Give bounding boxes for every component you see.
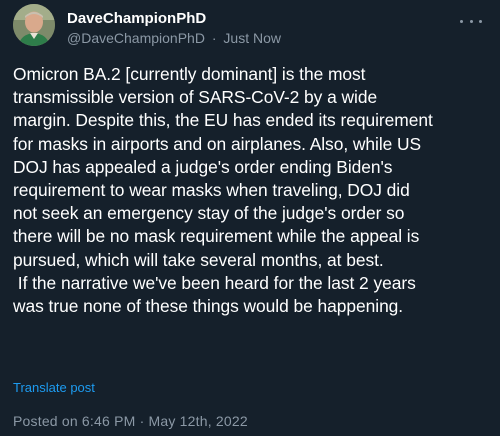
display-name[interactable]: DaveChampionPhD bbox=[67, 10, 206, 28]
more-icon-dot bbox=[479, 19, 482, 23]
separator-dot: · bbox=[211, 30, 217, 46]
handle[interactable]: @DaveChampionPhD bbox=[67, 30, 205, 46]
handle-and-time: @DaveChampionPhD · Just Now bbox=[67, 29, 281, 47]
tweet-text: Omicron BA.2 [currently dominant] is the… bbox=[13, 64, 433, 317]
translate-post-link[interactable]: Translate post bbox=[13, 380, 95, 396]
avatar-photo bbox=[13, 4, 55, 46]
more-icon-dot bbox=[469, 19, 473, 23]
more-icon-dot bbox=[460, 19, 463, 23]
avatar[interactable] bbox=[13, 4, 55, 46]
tweet-card: DaveChampionPhD @DaveChampionPhD · Just … bbox=[0, 0, 500, 436]
timestamp[interactable]: Just Now bbox=[223, 30, 281, 46]
more-options-button[interactable] bbox=[460, 14, 482, 28]
posted-timestamp: Posted on 6:46 PM · May 12th, 2022 bbox=[13, 413, 248, 429]
